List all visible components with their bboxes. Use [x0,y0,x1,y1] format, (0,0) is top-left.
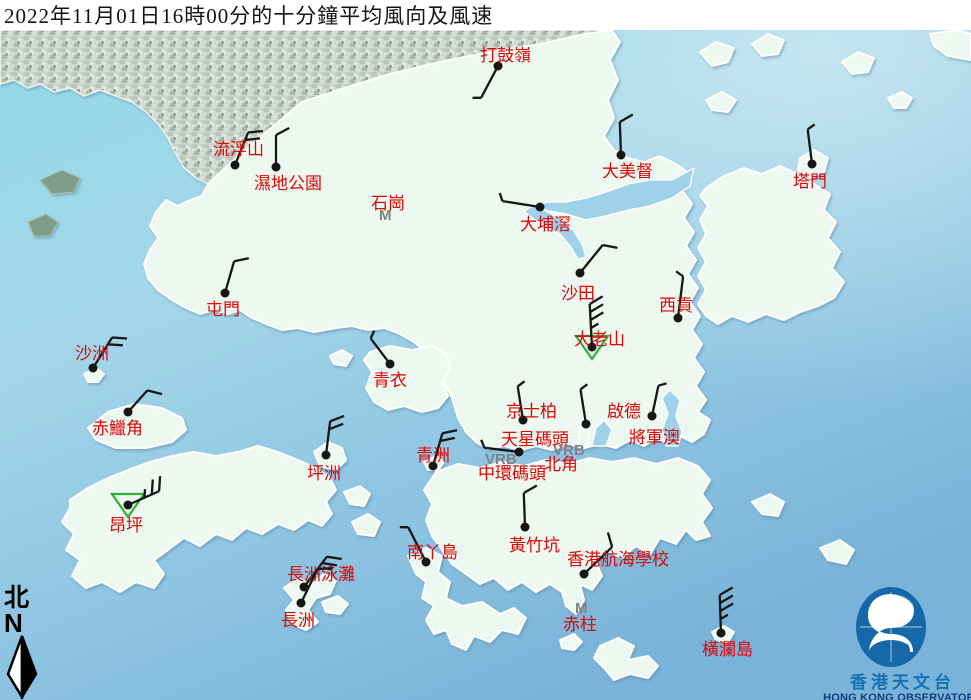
compass-north-letter: N [4,611,44,635]
station-11: 大老山 [574,296,625,359]
station-label: 南丫島 [407,543,458,562]
station-label: 中環碼頭 [478,464,546,483]
station-label: 西貢 [659,296,693,315]
station-dot [231,161,240,170]
station-25: 南丫島 [400,527,458,566]
wind-map-screen: 打鼓嶺流浮山濕地公園 M石崗 大美督塔門大埔滘屯門 沙田西貢大老山沙洲赤鱲角 青衣坪洲昂… [0,0,971,700]
station-dot [124,408,133,417]
north-compass: 北 N [4,586,44,700]
station-label: 石崗 [371,194,405,213]
station-dot [221,289,230,298]
station-26: 香港航海學校 [567,533,669,579]
station-label: 長洲 [281,611,315,630]
station-19: 啟德 [581,384,642,428]
map-title: 2022年11月01日16時00分的十分鐘平均風向及風速 [0,0,493,30]
hko-name-chinese: 香港天文台 [820,674,971,692]
hko-logo-icon [820,584,971,668]
station-label: 赤柱 [563,615,597,634]
station-27: 長洲泳灘 [287,557,355,592]
station-label: 濕地公園 [254,174,322,193]
station-label: 塔門 [793,172,827,191]
station-18: 京士柏 [506,381,557,424]
station-6: 塔門 [793,124,827,191]
wind-barb-icon [808,124,815,164]
station-dot [297,599,306,608]
station-label: 大老山 [574,330,625,349]
station-1: 打鼓嶺 [473,46,531,98]
wind-barb-icon [128,390,162,412]
station-label: 流浮山 [213,140,264,159]
title-bar: 2022年11月01日16時00分的十分鐘平均風向及風速 [0,0,971,30]
station-dot [322,451,331,460]
station-dot [582,420,591,429]
wind-barb-icon [128,476,160,505]
station-label: 黃竹坑 [509,536,560,555]
station-12: 沙洲 [75,338,127,373]
wind-barb-icon [652,383,667,416]
station-label: 打鼓嶺 [480,46,531,65]
station-4: M石崗 [371,194,405,224]
wind-barb-icon [326,416,344,455]
station-14: 青衣 [371,331,407,390]
station-label: 京士柏 [506,402,557,421]
station-label: 青洲 [416,446,450,465]
wind-barb-icon [473,66,498,98]
wind-barb-icon [581,384,588,424]
station-dot [617,151,626,160]
station-label: 大美督 [602,162,653,181]
wind-barb-icon [225,258,249,293]
station-label: 將軍澳 [629,428,680,447]
station-dot [272,163,281,172]
north-arrow-icon [4,635,40,699]
station-24: 黃竹坑 [509,486,560,556]
station-dot [576,269,585,278]
wind-barb-icon [720,588,734,634]
wind-barb-icon [620,115,633,156]
station-dot [808,160,817,169]
station-3: 濕地公園 [254,128,322,193]
wind-barb-icon [580,245,617,273]
station-30: 橫瀾島 [702,588,753,660]
hko-logo: 香港天文台 HONG KONG OBSERVATORY [820,584,971,700]
station-label: 青衣 [373,371,407,390]
station-17: 青洲 [416,430,457,470]
station-dot [536,203,545,212]
station-22: VRB中環碼頭 [478,451,546,483]
station-label: 橫瀾島 [702,640,753,659]
station-label: 昂坪 [109,516,143,535]
station-dot [717,629,726,638]
station-dot [580,570,589,579]
station-label: 沙洲 [75,344,109,363]
station-label: 赤鱲角 [92,419,143,438]
station-9: 沙田 [561,245,617,303]
station-dot [521,523,530,532]
station-13: 赤鱲角 [92,390,162,438]
station-label: 香港航海學校 [567,550,669,569]
wind-barb-icon [276,128,289,167]
station-dot [648,412,657,421]
station-7: 大埔滘 [500,193,571,234]
station-5: 大美督 [602,115,653,182]
wind-barb-icon [371,331,390,364]
station-16: 昂坪 [109,476,160,535]
station-dot [386,360,395,369]
station-dot [124,501,133,510]
wind-barb-icon [500,193,540,207]
station-label: 啟德 [607,402,641,421]
station-label: 沙田 [561,284,595,303]
station-15: 坪洲 [307,416,344,483]
station-dot [89,364,98,373]
station-2: 流浮山 [213,131,264,170]
wind-barb-icon [524,486,537,528]
station-label: 大埔滘 [520,215,571,234]
station-29: M赤柱 [563,600,597,634]
hko-name-english: HONG KONG OBSERVATORY [820,692,971,700]
station-10: 西貢 [659,271,693,322]
station-8: 屯門 [206,258,249,319]
station-label: 北角 [544,455,578,474]
station-label: 坪洲 [307,464,341,483]
station-label: 屯門 [206,300,240,319]
